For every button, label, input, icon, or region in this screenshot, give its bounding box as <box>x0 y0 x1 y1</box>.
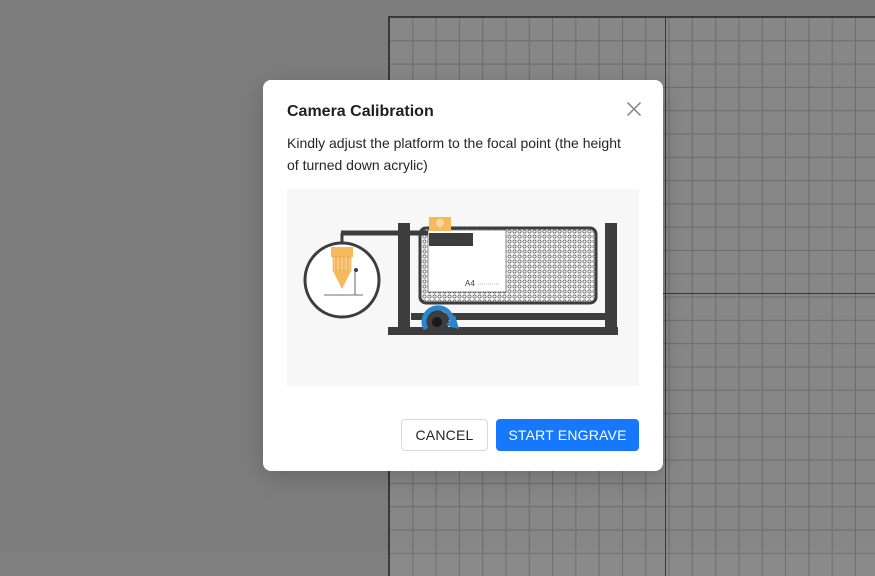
gantry-carriage <box>429 233 473 246</box>
camera-calibration-dialog: Camera Calibration Kindly adjust the pla… <box>263 80 663 471</box>
focal-point-illustration: A4 <box>287 189 639 386</box>
laser-head-zoom <box>303 241 381 319</box>
machine-diagram: A4 <box>303 217 618 335</box>
paper-label: A4 <box>465 279 475 288</box>
dialog-description: Kindly adjust the platform to the focal … <box>287 135 621 173</box>
start-engrave-button[interactable]: START ENGRAVE <box>496 419 639 451</box>
cancel-button[interactable]: CANCEL <box>401 419 488 451</box>
close-button[interactable] <box>625 100 643 118</box>
dialog-title: Camera Calibration <box>287 103 434 120</box>
close-icon <box>627 102 641 116</box>
